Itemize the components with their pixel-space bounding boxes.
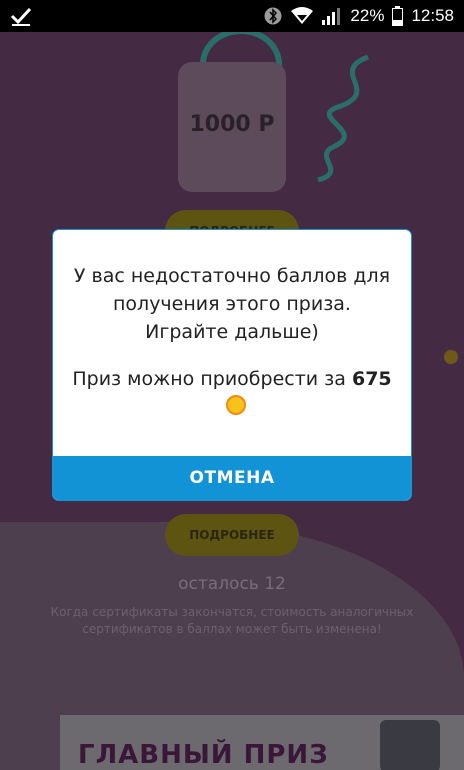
- dialog-price-line: Приз можно приобрести за 675: [69, 368, 395, 390]
- coin-icon: [444, 350, 458, 364]
- dialog-message: У вас недостаточно баллов для получения …: [73, 265, 391, 343]
- price-value: 675: [351, 368, 392, 390]
- remaining-count: осталось 12: [178, 574, 286, 594]
- ribbon-spiral-icon: [317, 54, 369, 182]
- certificate-note: Когда сертификаты закончатся, стоимость …: [50, 605, 414, 636]
- signal-icon: [322, 7, 342, 25]
- details-button-bottom: ПОДРОБНЕЕ: [165, 514, 299, 556]
- grand-prize-title: ГЛАВНЫЙ ПРИЗ: [78, 740, 329, 770]
- battery-icon: [392, 6, 404, 26]
- gift-price: 1000 Р: [189, 112, 275, 137]
- checkmark-icon: [10, 5, 32, 27]
- camera-icon: [380, 720, 440, 770]
- price-prefix: Приз можно приобрести за: [72, 368, 352, 390]
- wifi-icon: [290, 7, 314, 25]
- insufficient-points-dialog: У вас недостаточно баллов для получения …: [53, 230, 411, 500]
- bluetooth-icon: [264, 6, 282, 26]
- coin-icon: [226, 395, 246, 415]
- clock: 12:58: [411, 6, 454, 25]
- cancel-button[interactable]: ОТМЕНА: [53, 456, 411, 500]
- battery-percent: 22%: [350, 6, 385, 25]
- status-bar: 22% 12:58: [0, 0, 464, 32]
